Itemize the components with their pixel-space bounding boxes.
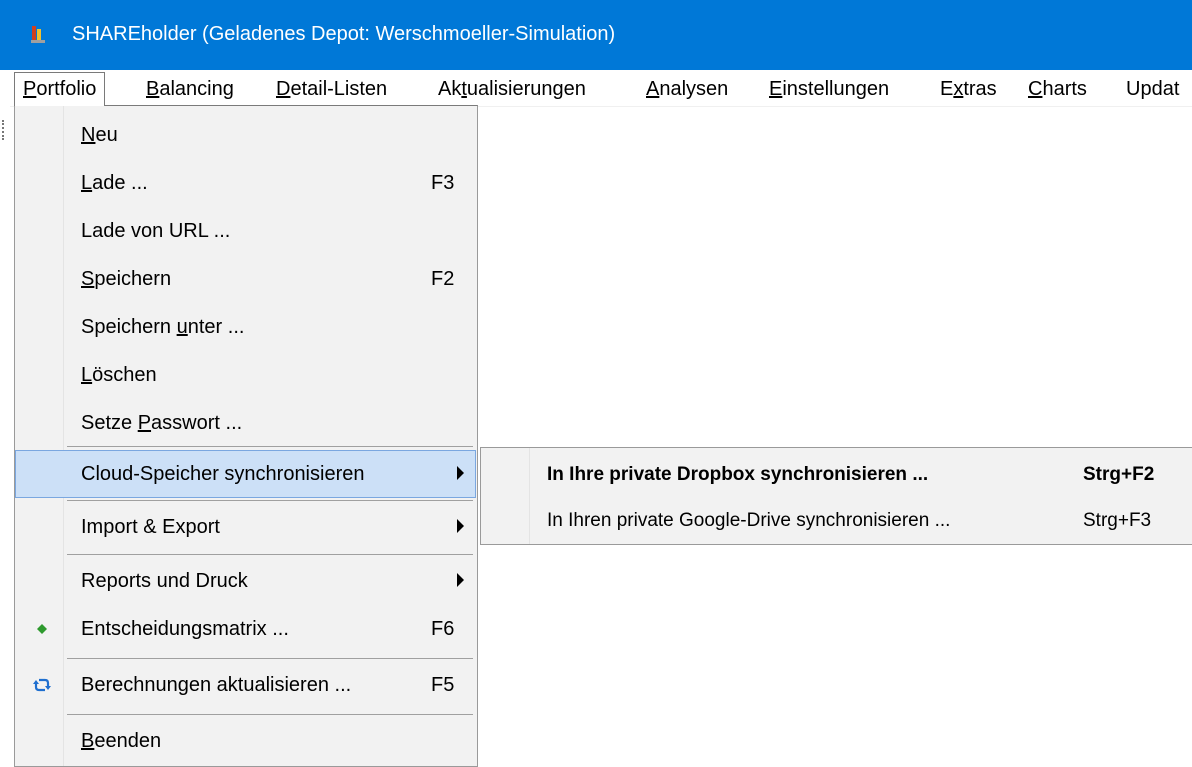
menu-label-pre: E bbox=[940, 78, 954, 100]
menu-item-neu[interactable]: Neu bbox=[16, 112, 475, 158]
menu-item-lade[interactable]: Lade ... F3 bbox=[16, 160, 475, 206]
menu-item-label: Reports und Druck bbox=[81, 570, 248, 592]
menu-item-label: Cloud-Speicher synchronisieren bbox=[81, 463, 365, 485]
shortcut-label: F2 bbox=[431, 268, 455, 290]
label-rest: nter ... bbox=[187, 316, 245, 338]
menu-label-rest: nalysen bbox=[659, 78, 729, 100]
menu-charts[interactable]: Charts bbox=[1020, 72, 1095, 106]
shortcut-label: Strg+F2 bbox=[1083, 464, 1155, 485]
mnemonic: L bbox=[81, 364, 93, 386]
mnemonic: E bbox=[769, 78, 783, 100]
menu-aktualisierungen[interactable]: Aktualisierungen bbox=[430, 72, 594, 106]
cloud-submenu: In Ihre private Dropbox synchronisieren … bbox=[480, 447, 1192, 545]
menu-item-label: Entscheidungsmatrix ... bbox=[81, 618, 289, 640]
submenu-item-google-drive[interactable]: In Ihren private Google-Drive synchronis… bbox=[481, 496, 1192, 544]
shortcut-label: F5 bbox=[431, 674, 455, 696]
title-bar: SHAREholder (Geladenes Depot: Werschmoel… bbox=[0, 0, 1192, 70]
menu-item-lade-von-url[interactable]: Lade von URL ... bbox=[16, 208, 475, 254]
toolbar-grip[interactable] bbox=[2, 120, 8, 140]
mnemonic: D bbox=[276, 78, 291, 100]
menu-item-berechnungen[interactable]: Berechnungen aktualisieren ... F5 bbox=[16, 662, 475, 708]
menu-separator bbox=[67, 714, 473, 715]
menu-separator bbox=[67, 500, 473, 501]
menu-item-label: Speichern bbox=[81, 266, 171, 292]
menu-item-label: Speichern unter ... bbox=[81, 314, 244, 340]
mnemonic: u bbox=[176, 316, 188, 338]
menu-separator bbox=[67, 658, 473, 659]
menu-extras[interactable]: Extras bbox=[932, 72, 1005, 106]
menu-label-rest: ualisierungen bbox=[466, 78, 586, 100]
menu-item-setze-passwort[interactable]: Setze Passwort ... bbox=[16, 400, 475, 446]
mnemonic: S bbox=[81, 268, 95, 290]
menu-separator bbox=[67, 554, 473, 555]
label-rest: ade ... bbox=[92, 172, 148, 194]
label-rest: eenden bbox=[94, 730, 162, 752]
window-left-edge bbox=[0, 106, 10, 753]
menu-balancing[interactable]: Balancing bbox=[138, 72, 242, 106]
label-rest: peichern bbox=[94, 268, 172, 290]
menu-separator bbox=[67, 446, 473, 447]
portfolio-menu: Neu Lade ... F3 Lade von URL ... Speiche… bbox=[14, 105, 478, 767]
menu-einstellungen[interactable]: Einstellungen bbox=[761, 72, 897, 106]
menu-label-rest: etail-Listen bbox=[290, 78, 388, 100]
shareholder-app-icon bbox=[31, 26, 45, 43]
menu-item-label: Berechnungen aktualisieren ... bbox=[81, 674, 352, 696]
mnemonic: B bbox=[81, 730, 95, 752]
mnemonic: B bbox=[146, 78, 160, 100]
menu-item-import-export[interactable]: Import & Export bbox=[16, 504, 475, 550]
menu-label-rest: Updat bbox=[1126, 78, 1180, 100]
refresh-icon bbox=[33, 678, 51, 692]
menu-item-speichern-unter[interactable]: Speichern unter ... bbox=[16, 304, 475, 350]
submenu-item-dropbox[interactable]: In Ihre private Dropbox synchronisieren … bbox=[481, 450, 1192, 498]
submenu-arrow-icon bbox=[457, 466, 464, 480]
menu-item-label: Neu bbox=[81, 122, 118, 148]
window-title: SHAREholder (Geladenes Depot: Werschmoel… bbox=[72, 23, 616, 45]
menu-item-label: Lade von URL ... bbox=[81, 220, 231, 242]
menu-item-label: Lade ... bbox=[81, 170, 148, 196]
label-pre: Setze bbox=[81, 412, 138, 434]
mnemonic: A bbox=[646, 78, 660, 100]
menu-item-label: Import & Export bbox=[81, 516, 220, 538]
green-diamond-icon bbox=[37, 624, 47, 634]
label-rest: öschen bbox=[92, 364, 157, 386]
menu-item-label: Beenden bbox=[81, 728, 161, 754]
menu-item-cloud-speicher[interactable]: Cloud-Speicher synchronisieren bbox=[15, 450, 476, 498]
shortcut-label: Strg+F3 bbox=[1083, 510, 1152, 531]
menu-analysen[interactable]: Analysen bbox=[638, 72, 736, 106]
mnemonic: N bbox=[81, 124, 96, 146]
submenu-arrow-icon bbox=[457, 519, 464, 533]
shortcut-label: F3 bbox=[431, 172, 455, 194]
menu-label-rest: tras bbox=[963, 78, 997, 100]
menu-item-entscheidungsmatrix[interactable]: Entscheidungsmatrix ... F6 bbox=[16, 606, 475, 652]
menu-updates[interactable]: Updat bbox=[1118, 72, 1187, 106]
menu-item-loeschen[interactable]: Löschen bbox=[16, 352, 475, 398]
menu-bar: Portfolio Balancing Detail-Listen Aktual… bbox=[0, 72, 1192, 107]
mnemonic: x bbox=[953, 78, 964, 100]
menu-label-rest: ortfolio bbox=[36, 78, 97, 100]
menu-item-speichern[interactable]: Speichern F2 bbox=[16, 256, 475, 302]
menu-item-beenden[interactable]: Beenden bbox=[16, 718, 475, 764]
label-rest: eu bbox=[95, 124, 118, 146]
menu-item-label: Setze Passwort ... bbox=[81, 410, 242, 436]
label-rest: asswort ... bbox=[151, 412, 243, 434]
mnemonic: C bbox=[1028, 78, 1043, 100]
shortcut-label: F6 bbox=[431, 618, 455, 640]
menu-item-reports-druck[interactable]: Reports und Druck bbox=[16, 558, 475, 604]
submenu-item-label: In Ihren private Google-Drive synchronis… bbox=[547, 510, 951, 531]
menu-detail-listen[interactable]: Detail-Listen bbox=[268, 72, 395, 106]
submenu-item-label: In Ihre private Dropbox synchronisieren … bbox=[547, 464, 929, 485]
menu-label-pre: Ak bbox=[438, 78, 462, 100]
mnemonic: P bbox=[23, 78, 37, 100]
label-pre: Speichern bbox=[81, 316, 177, 338]
menu-label-rest: alancing bbox=[159, 78, 234, 100]
menu-portfolio[interactable]: Portfolio bbox=[14, 72, 106, 106]
menu-label-rest: instellungen bbox=[782, 78, 890, 100]
menu-label-rest: harts bbox=[1042, 78, 1087, 100]
mnemonic: L bbox=[81, 172, 93, 194]
submenu-arrow-icon bbox=[457, 573, 464, 587]
menu-item-label: Löschen bbox=[81, 362, 157, 388]
mnemonic: P bbox=[137, 412, 152, 434]
